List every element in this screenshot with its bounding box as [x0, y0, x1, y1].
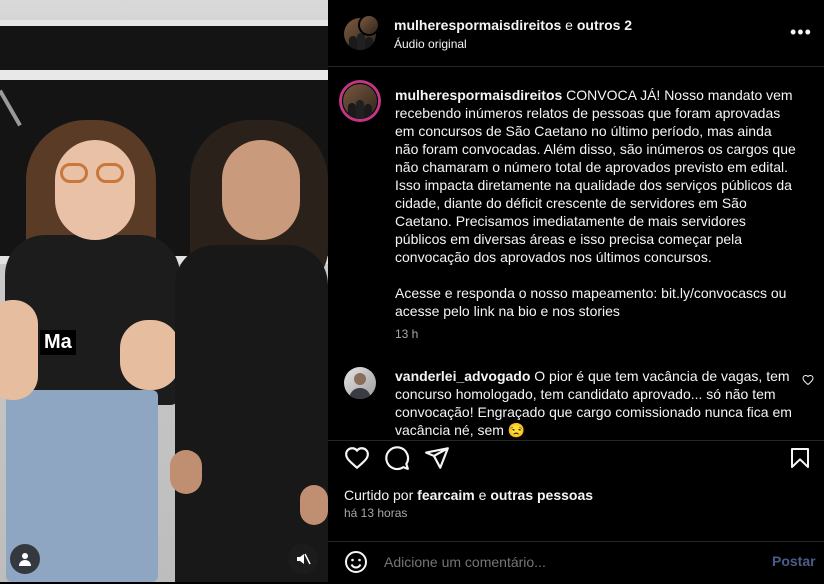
- user-icon[interactable]: [10, 544, 40, 574]
- reel-video[interactable]: Ma: [0, 0, 328, 582]
- post-header: mulherespormaisdireitos e outros 2 Áudio…: [328, 0, 824, 67]
- caption-time: 13 h: [395, 327, 419, 341]
- header-accounts[interactable]: mulherespormaisdireitos e outros 2: [394, 17, 632, 33]
- liked-by[interactable]: Curtido por fearcaim e outras pessoas: [344, 487, 593, 503]
- comment: vanderlei_advogado O pior é que tem vacâ…: [395, 367, 797, 439]
- mute-icon[interactable]: [288, 544, 318, 574]
- caption-username[interactable]: mulherespormaisdireitos: [395, 87, 562, 103]
- caption-avatar[interactable]: [342, 83, 378, 119]
- collab-avatar[interactable]: [358, 14, 380, 36]
- caption-text-2: Acesse e responda o nosso mapeamento: bi…: [395, 285, 787, 319]
- comment-icon[interactable]: [384, 445, 410, 476]
- share-icon[interactable]: [424, 445, 450, 476]
- caption: mulherespormaisdireitos CONVOCA JÁ! Noss…: [395, 86, 797, 320]
- comment-username[interactable]: vanderlei_advogado: [395, 368, 530, 384]
- more-horizontal-icon[interactable]: •••: [790, 22, 812, 43]
- post-comments: mulherespormaisdireitos CONVOCA JÁ! Noss…: [328, 67, 824, 440]
- caption-text: CONVOCA JÁ! Nosso mandato vem recebendo …: [395, 87, 796, 265]
- video-caption: Ma: [40, 330, 76, 355]
- post-button[interactable]: Postar: [772, 553, 816, 569]
- comment-like-icon[interactable]: [802, 373, 814, 391]
- action-bar: Curtido por fearcaim e outras pessoas há…: [328, 440, 824, 583]
- post-panel: mulherespormaisdireitos e outros 2 Áudio…: [328, 0, 824, 582]
- comment-bar: Postar: [328, 541, 824, 584]
- emoji-icon[interactable]: [344, 550, 368, 579]
- heart-icon[interactable]: [344, 445, 370, 476]
- comment-input[interactable]: [384, 554, 744, 570]
- post-date[interactable]: há 13 horas: [344, 506, 407, 520]
- audio-label[interactable]: Áudio original: [394, 37, 467, 51]
- bookmark-icon[interactable]: [788, 445, 812, 476]
- comment-avatar[interactable]: [344, 367, 376, 399]
